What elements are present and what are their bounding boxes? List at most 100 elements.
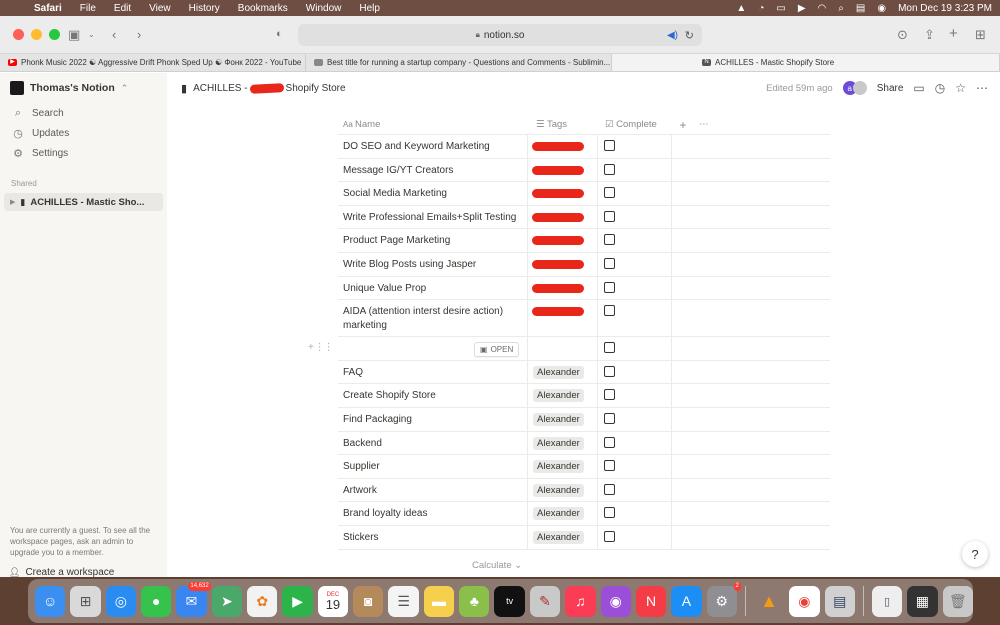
mail-icon[interactable]: ✉ 14,632 <box>176 581 211 617</box>
zoom-window-button[interactable] <box>49 29 60 40</box>
safari-icon[interactable]: ◎ <box>105 585 137 617</box>
more-icon[interactable]: ⋯ <box>694 119 714 130</box>
menu-help[interactable]: Help <box>359 3 380 14</box>
cell-tags[interactable]: Alexander <box>528 431 598 455</box>
cell-name[interactable]: Find Packaging <box>338 407 528 431</box>
cell-tags[interactable] <box>528 252 598 276</box>
cell-tags[interactable] <box>528 182 598 205</box>
news-icon[interactable]: N <box>635 585 667 617</box>
complete-checkbox[interactable] <box>604 305 615 317</box>
row-drag-handle[interactable]: + ⋮⋮ <box>308 341 334 355</box>
forward-icon[interactable]: › <box>137 27 141 42</box>
table-row[interactable]: Message IG/YT Creators <box>338 158 830 183</box>
maps-icon[interactable]: ➤ <box>211 585 243 617</box>
column-header-complete[interactable]: ☑ Complete <box>598 119 672 130</box>
table-row[interactable]: Write Blog Posts using Jasper <box>338 252 830 277</box>
table-row[interactable]: Unique Value Prop <box>338 276 830 301</box>
minimize-window-button[interactable] <box>31 29 42 40</box>
system-settings-icon[interactable]: ⚙ 2 <box>706 581 741 617</box>
clock[interactable]: Mon Dec 19 3:23 PM <box>898 3 992 14</box>
tab-forum[interactable]: Best title for running a startup company… <box>306 54 612 71</box>
add-column-button[interactable]: + <box>672 118 694 132</box>
app-store-icon[interactable]: A <box>671 585 702 617</box>
complete-checkbox[interactable] <box>604 389 615 401</box>
cell-tags[interactable]: Alexander <box>528 384 598 407</box>
complete-checkbox[interactable] <box>604 460 615 472</box>
vlc-status-icon[interactable]: ▲ <box>736 3 746 14</box>
menu-view[interactable]: View <box>149 3 171 14</box>
address-bar[interactable]: 🔒︎ notion.so ◀) ↻ <box>298 24 702 46</box>
finder-icon[interactable]: ☺ <box>35 585 66 617</box>
open-row-button[interactable]: ▣ OPEN <box>474 342 520 358</box>
cell-tags[interactable] <box>528 229 598 252</box>
cell-tags[interactable]: Alexander <box>528 407 598 431</box>
star-icon[interactable]: ☆ <box>955 81 966 95</box>
apple-tv-icon[interactable]: tv <box>494 585 525 617</box>
trash-icon[interactable]: 🗑︎ <box>942 585 973 617</box>
launchpad-icon[interactable]: ⊞ <box>70 585 101 617</box>
battery-icon[interactable]: ▭ <box>776 3 785 14</box>
expand-triangle-icon[interactable]: ▶ <box>10 198 15 206</box>
preview-icon[interactable]: ▤ <box>824 585 855 617</box>
tab-notion-active[interactable]: N ACHILLES - Mastic Shopify Store <box>612 54 1000 71</box>
complete-checkbox[interactable] <box>604 342 615 354</box>
menu-edit[interactable]: Edit <box>114 3 131 14</box>
table-row[interactable]: Find Packaging Alexander <box>338 407 830 432</box>
wifi-icon[interactable]: ◠ <box>818 3 827 14</box>
table-row[interactable]: DO SEO and Keyword Marketing <box>338 135 830 159</box>
cell-name[interactable]: Write Blog Posts using Jasper <box>338 252 528 276</box>
sidebar-toggle-icon[interactable]: ▣ <box>68 27 80 43</box>
complete-checkbox[interactable] <box>604 257 615 269</box>
siri-icon[interactable]: ◉ <box>877 3 886 14</box>
table-row[interactable]: ▣ OPEN + ⋮⋮ <box>308 337 830 361</box>
tab-youtube[interactable]: ▶ Phonk Music 2022 ☯ Aggressive Drift Ph… <box>0 54 306 71</box>
cell-name[interactable]: Supplier <box>338 455 528 478</box>
cell-name[interactable]: Brand loyalty ideas <box>338 502 528 525</box>
menu-history[interactable]: History <box>189 3 220 14</box>
close-window-button[interactable] <box>13 29 24 40</box>
chrome-icon[interactable]: ◉ <box>789 585 820 617</box>
table-row[interactable]: Artwork Alexander <box>338 478 830 503</box>
complete-checkbox[interactable] <box>604 507 615 519</box>
column-header-name[interactable]: Aa Name <box>338 119 528 130</box>
menu-bookmarks[interactable]: Bookmarks <box>238 3 288 14</box>
cell-name[interactable]: AIDA (attention interst desire action) m… <box>338 300 528 337</box>
cell-name[interactable]: Unique Value Prop <box>338 276 528 300</box>
cell-tags[interactable]: Alexander <box>528 455 598 478</box>
cell-tags[interactable] <box>528 135 598 158</box>
complete-checkbox[interactable] <box>604 436 615 448</box>
cell-name[interactable]: DO SEO and Keyword Marketing <box>338 135 528 158</box>
play-status-icon[interactable]: ▶ <box>798 3 806 14</box>
more-icon[interactable]: ⋯ <box>976 81 988 95</box>
music-icon[interactable]: ♫ <box>565 585 596 617</box>
cell-name[interactable]: Artwork <box>338 478 528 502</box>
cell-tags[interactable]: Alexander <box>528 360 598 384</box>
create-workspace-button[interactable]: 👤︎ Create a workspace <box>9 567 114 577</box>
cell-name[interactable]: Create Shopify Store <box>338 384 528 407</box>
cell-name[interactable]: ▣ OPEN + ⋮⋮ <box>308 337 528 360</box>
menu-file[interactable]: File <box>80 3 96 14</box>
cell-name[interactable]: FAQ <box>338 360 528 384</box>
podcasts-icon[interactable]: ◉ <box>600 585 631 617</box>
notes-icon[interactable]: ▬ <box>423 585 455 617</box>
table-row[interactable]: Brand loyalty ideas Alexander <box>338 502 830 526</box>
cell-name[interactable]: Message IG/YT Creators <box>338 158 528 182</box>
messages-icon[interactable]: ● <box>141 585 172 617</box>
table-row[interactable]: Product Page Marketing <box>338 229 830 253</box>
sidebar-item-search[interactable]: ⌕ Search <box>0 103 167 123</box>
back-icon[interactable]: ‹ <box>112 27 116 42</box>
table-row[interactable]: Write Professional Emails+Split Testing <box>338 205 830 230</box>
cell-name[interactable]: Stickers <box>338 525 528 549</box>
workspace-switcher[interactable]: Thomas's Notion ⌃ <box>0 73 167 103</box>
privacy-shield-icon[interactable]: ◐ <box>276 28 283 40</box>
cell-tags[interactable] <box>528 276 598 300</box>
tab-overview-icon[interactable]: ⊞ <box>975 27 986 43</box>
calendar-icon[interactable]: DEC 19 <box>317 585 349 617</box>
complete-checkbox[interactable] <box>604 530 615 542</box>
cell-tags[interactable]: Alexander <box>528 525 598 549</box>
complete-checkbox[interactable] <box>604 210 615 222</box>
complete-checkbox[interactable] <box>604 365 615 377</box>
sidebar-item-updates[interactable]: ◷ Updates <box>0 123 167 143</box>
table-row[interactable]: FAQ Alexander <box>338 360 830 385</box>
cell-tags[interactable] <box>528 158 598 182</box>
